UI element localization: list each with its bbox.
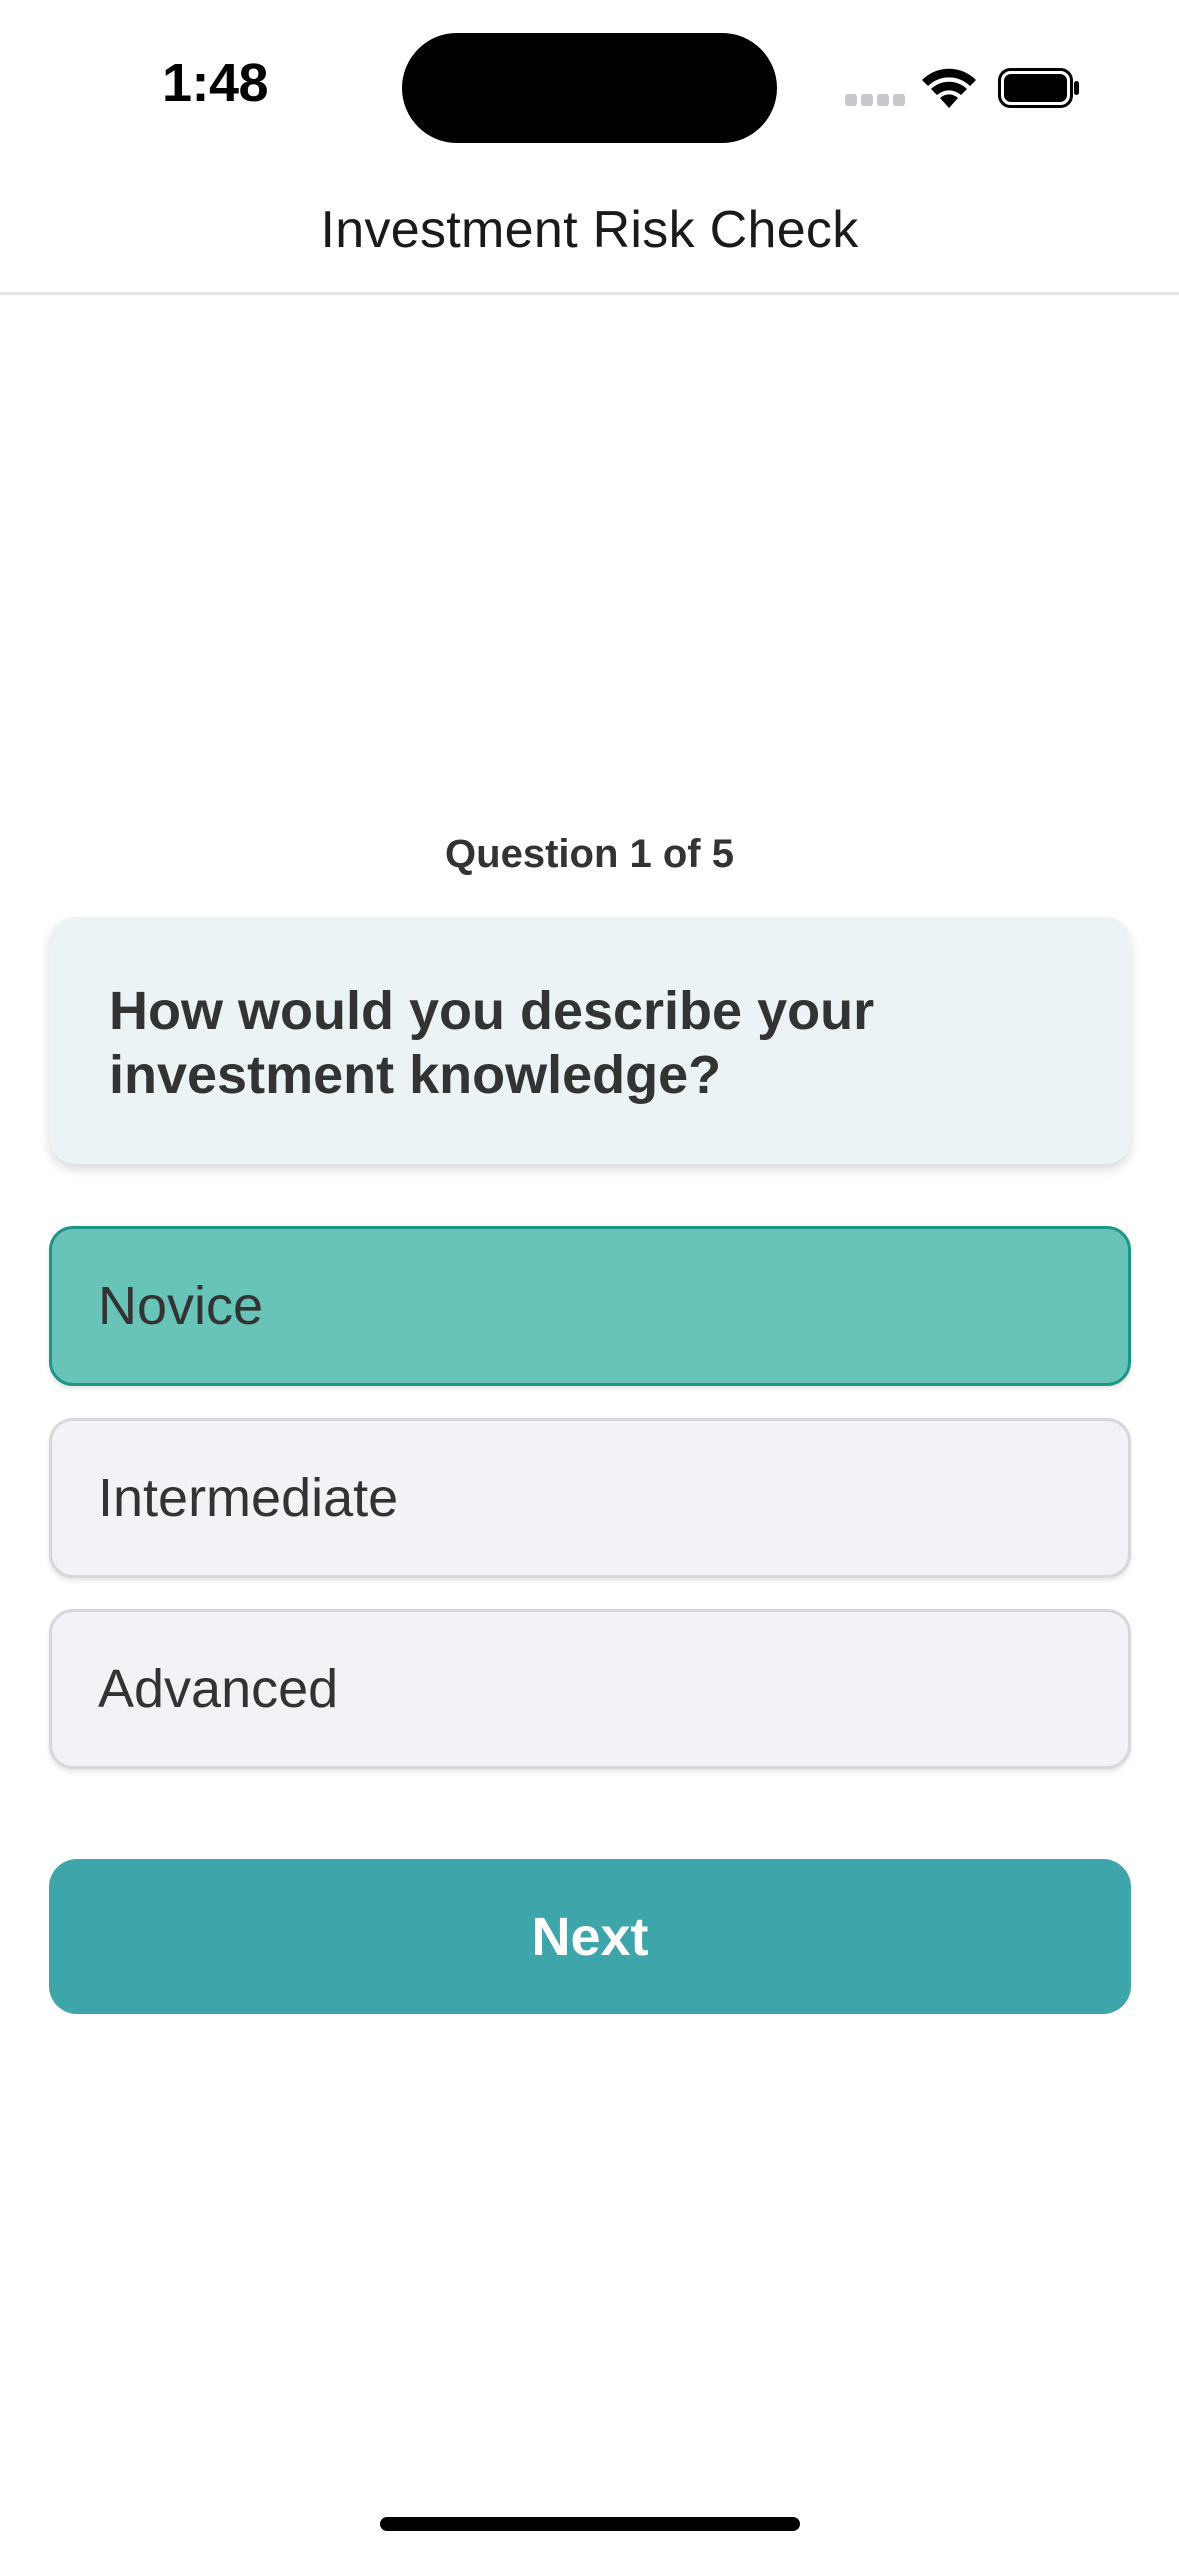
- status-bar: 1:48: [0, 0, 1179, 175]
- question-card: How would you describe your investment k…: [49, 917, 1131, 1164]
- wifi-icon: [922, 68, 976, 108]
- question-text: How would you describe your investment k…: [109, 981, 875, 1105]
- home-indicator[interactable]: [380, 2517, 800, 2531]
- option-novice[interactable]: Novice: [49, 1226, 1131, 1386]
- cellular-signal-icon: [845, 94, 905, 108]
- status-time: 1:48: [162, 53, 269, 113]
- option-intermediate[interactable]: Intermediate: [49, 1418, 1131, 1578]
- navigation-bar: Investment Risk Check: [0, 175, 1179, 295]
- dynamic-island: [402, 33, 777, 143]
- next-button[interactable]: Next: [49, 1859, 1131, 2014]
- battery-icon: [998, 68, 1079, 108]
- question-counter: Question 1 of 5: [445, 832, 734, 876]
- option-advanced[interactable]: Advanced: [49, 1609, 1131, 1769]
- page-title: Investment Risk Check: [320, 201, 859, 259]
